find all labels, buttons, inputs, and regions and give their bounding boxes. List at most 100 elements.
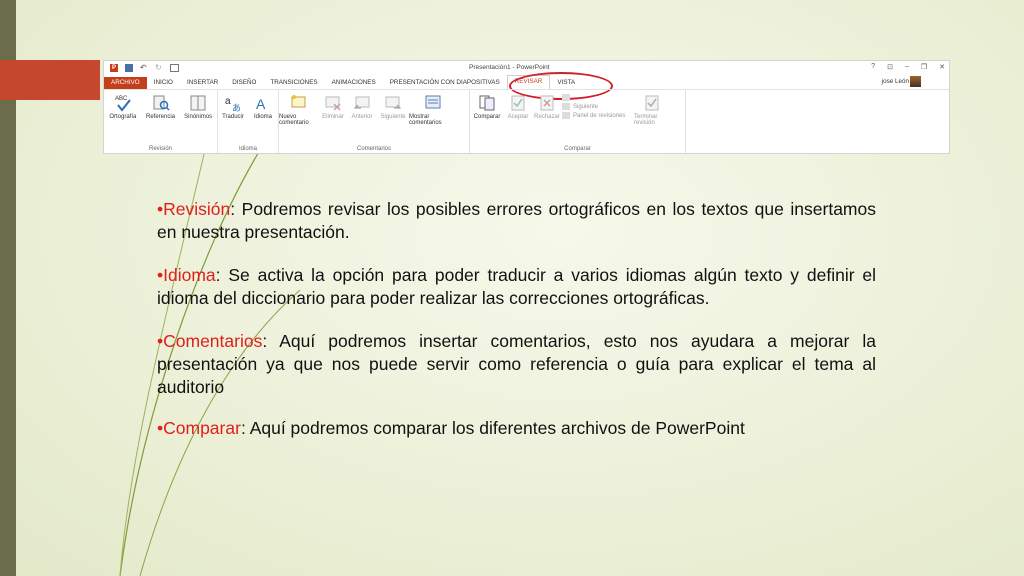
nuevo-comentario-button[interactable]: Nuevo comentario [279,94,319,126]
mostrar-comentarios-button[interactable]: Mostrar comentarios [409,94,457,126]
end-review-icon [645,95,659,111]
title-bar: P ↶ ↻ Presentación1 - PowerPoint ? ⊡ – ❐… [104,61,949,75]
eliminar-label: Eliminar [322,114,344,120]
ribbon-groups: ABC Ortografía Referencia Sinónimos Revi… [104,89,949,153]
quick-access-toolbar: P ↶ ↻ [104,64,179,72]
comparar-button[interactable]: Comparar [470,94,504,120]
restore-icon[interactable]: ❐ [921,63,927,71]
group-idioma: a あ Traducir A Idioma Idioma [218,90,279,153]
rechazar-button[interactable]: Rechazar [532,94,562,120]
bullet-idioma: •Idioma: Se activa la opción para poder … [157,264,876,310]
accept-icon [511,95,525,111]
group-label-revision: Revisión [148,146,172,152]
group-label-idioma: Idioma [238,146,257,152]
show-comments-icon [425,95,441,109]
bullet-keyword: •Revisión [157,199,231,219]
sinonimos-button[interactable]: Sinónimos [179,94,217,120]
compare-icon [479,95,495,111]
redo-icon[interactable]: ↻ [155,64,163,72]
window-controls: ? ⊡ – ❐ ✕ [871,63,945,71]
panel-icon [562,112,570,119]
anterior-label: Anterior [351,114,373,120]
referencia-label: Referencia [146,114,176,120]
translate-icon: a あ [225,96,241,112]
idioma-label: Idioma [253,114,272,120]
reject-icon [540,95,554,111]
bullet-text: : Podremos revisar los posibles errores … [157,199,876,242]
minimize-icon[interactable]: – [905,63,909,71]
thesaurus-icon [190,95,206,111]
spellcheck-icon: ABC [115,96,131,112]
group-label-comparar: Comparar [564,146,591,152]
tab-animaciones[interactable]: ANIMACIONES [325,77,383,89]
anterior-button[interactable]: Anterior [347,94,377,120]
bullet-keyword: •Idioma [157,265,216,285]
siguiente-button[interactable]: Siguiente [377,94,409,120]
research-icon [153,95,170,111]
terminar-revision-label: Terminar revisión [634,114,658,126]
nuevo-comentario-label: Nuevo comentario [279,114,309,126]
tab-diseno[interactable]: DISEÑO [225,77,263,89]
close-icon[interactable]: ✕ [939,63,945,71]
help-icon[interactable]: ? [871,63,875,71]
tab-inicio[interactable]: INICIO [147,77,180,89]
ribbon-display-icon[interactable]: ⊡ [887,63,893,71]
idioma-button[interactable]: A Idioma [248,94,278,120]
save-icon[interactable] [125,64,133,72]
bullet-comparar: •Comparar: Aquí podremos comparar los di… [157,417,876,440]
tab-presentacion[interactable]: PRESENTACIÓN CON DIAPOSITIVAS [383,77,507,89]
bullet-text: : Aquí podremos comparar los diferentes … [240,418,745,438]
slideshow-icon[interactable] [170,64,179,72]
next-small-icon [562,103,570,110]
group-comparar: Comparar Aceptar Rechazar Siguiente Pane… [470,90,686,153]
aceptar-label: Aceptar [507,114,529,120]
new-comment-icon [291,95,306,108]
user-name[interactable]: jose León [882,78,909,85]
powerpoint-logo-icon: P [110,64,118,72]
tab-transiciones[interactable]: TRANSICIONES [263,77,324,89]
sinonimos-label: Sinónimos [184,114,213,120]
panel-revisiones-button[interactable]: Panel de revisiones [562,112,634,119]
undo-icon[interactable]: ↶ [140,64,148,72]
avatar[interactable] [910,76,921,87]
svg-text:ABC: ABC [115,96,128,102]
terminar-revision-button[interactable]: Terminar revisión [634,94,670,126]
comparar-label: Comparar [473,114,501,120]
anterior-small-button[interactable] [562,94,634,101]
svg-text:A: A [256,96,266,112]
svg-text:a: a [225,96,231,107]
eliminar-button[interactable]: Eliminar [319,94,347,120]
siguiente-label: Siguiente [380,114,406,120]
group-comentarios: Nuevo comentario Eliminar Anterior Sigui… [279,90,470,153]
group-revision: ABC Ortografía Referencia Sinónimos Revi… [104,90,218,153]
siguiente-small-button[interactable]: Siguiente [562,103,634,110]
delete-comment-icon [325,96,341,111]
ortografia-label: Ortografía [109,114,137,120]
accent-block [0,60,100,100]
window-title: Presentación1 - PowerPoint [469,64,550,71]
aceptar-button[interactable]: Aceptar [504,94,532,120]
ribbon-screenshot: P ↶ ↻ Presentación1 - PowerPoint ? ⊡ – ❐… [103,60,950,154]
bullet-revision: •Revisión: Podremos revisar los posibles… [157,198,876,244]
language-icon: A [256,96,266,112]
review-navigation-list: Siguiente Panel de revisiones [562,94,634,119]
slide-body: •Revisión: Podremos revisar los posibles… [157,198,876,460]
bullet-keyword: •Comparar [157,418,241,438]
tab-insertar[interactable]: INSERTAR [180,77,225,89]
svg-text:あ: あ [232,103,241,112]
bullet-text: : Se activa la opción para poder traduci… [157,265,876,308]
traducir-label: Traducir [222,114,244,120]
ortografia-button[interactable]: ABC Ortografía [104,94,142,120]
previous-small-icon [562,94,570,101]
rechazar-label: Rechazar [534,114,560,120]
traducir-button[interactable]: a あ Traducir [218,94,248,120]
bullet-text: : Aquí podremos insertar comentarios, es… [157,331,876,397]
next-comment-icon [385,96,402,109]
tab-archivo[interactable]: ARCHIVO [104,77,147,89]
bullet-comentarios: •Comentarios: Aquí podremos insertar com… [157,330,876,399]
bullet-keyword: •Comentarios [157,331,263,351]
mostrar-comentarios-label: Mostrar comentarios [409,114,442,126]
group-label-comentarios: Comentarios [356,146,391,152]
referencia-button[interactable]: Referencia [142,94,180,120]
previous-comment-icon [353,96,370,109]
